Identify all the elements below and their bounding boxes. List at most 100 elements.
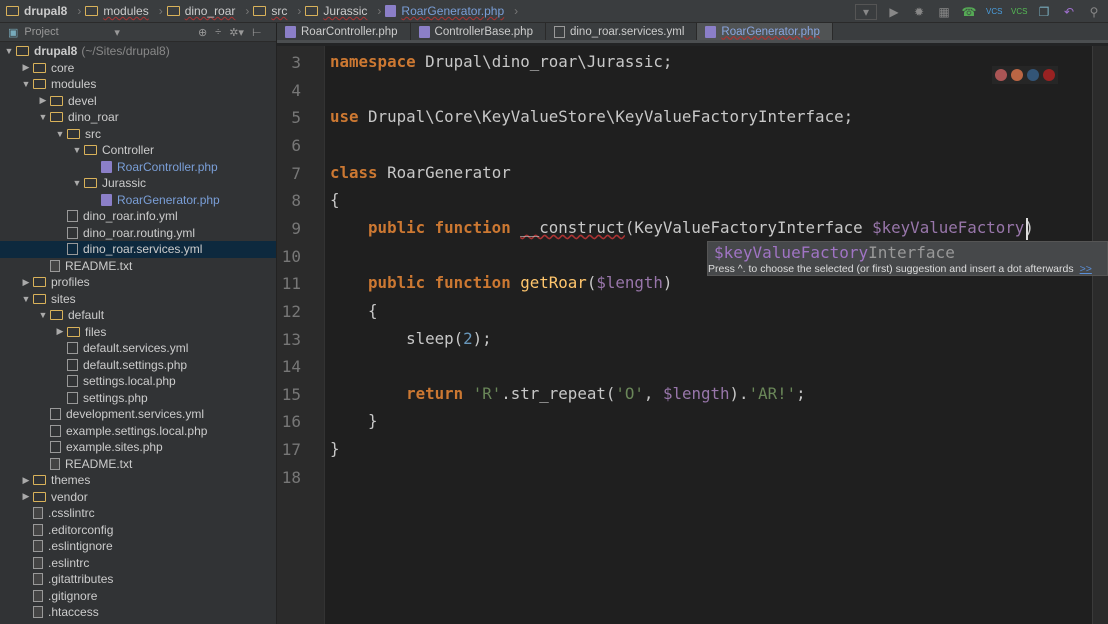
tree-item[interactable]: ▼ drupal8 (~/Sites/drupal8)	[0, 43, 276, 60]
tree-item[interactable]: ▶ files	[0, 324, 276, 341]
txt-icon	[33, 589, 43, 602]
tree-item[interactable]: ▶ themes	[0, 472, 276, 489]
expand-right-icon[interactable]: ▶	[53, 326, 67, 337]
tree-item[interactable]: ▼ Controller	[0, 142, 276, 159]
tree-item[interactable]: example.sites.php	[0, 439, 276, 456]
breadcrumb-item[interactable]: Jurassic	[305, 4, 367, 18]
editor-scrollbar[interactable]	[1092, 46, 1108, 624]
breadcrumb-item[interactable]: RoarGenerator.php	[385, 4, 504, 18]
tree-item[interactable]: dino_roar.info.yml	[0, 208, 276, 225]
folder-icon	[33, 62, 46, 73]
code-line: return 'R'.str_repeat('O', $length).'AR!…	[406, 383, 806, 403]
vcs-update-icon[interactable]: VCS	[986, 7, 1002, 16]
line-number: 10	[281, 246, 301, 266]
tree-item[interactable]: ▼ modules	[0, 76, 276, 93]
tree-item[interactable]: ▼ sites	[0, 291, 276, 308]
opera-icon[interactable]	[1043, 69, 1055, 81]
code-line: use Drupal\Core\KeyValueStore\KeyValueFa…	[330, 107, 854, 127]
expand-down-icon[interactable]: ▼	[36, 112, 50, 122]
folder-icon	[84, 145, 97, 156]
tree-item[interactable]: dino_roar.routing.yml	[0, 225, 276, 242]
breadcrumb-item[interactable]: src	[253, 4, 287, 18]
expand-down-icon[interactable]: ▼	[70, 145, 84, 155]
folder-icon	[50, 310, 63, 321]
line-number: 9	[291, 218, 301, 238]
expand-down-icon[interactable]: ▼	[2, 46, 16, 56]
code-editor[interactable]: namespace Drupal\dino_roar\Jurassic; use …	[325, 46, 1092, 624]
tree-item[interactable]: .gitattributes	[0, 571, 276, 588]
tree-item[interactable]: ▶ vendor	[0, 489, 276, 506]
tab-controllerbase-php[interactable]: ControllerBase.php	[411, 23, 546, 40]
line-number: 13	[281, 329, 301, 349]
tree-item[interactable]: settings.local.php	[0, 373, 276, 390]
completion-more-link[interactable]: >>	[1080, 263, 1092, 275]
line-number: 12	[281, 301, 301, 321]
tree-item[interactable]: .eslintrc	[0, 555, 276, 572]
gear-icon[interactable]: ✲▾	[229, 26, 244, 39]
tree-item[interactable]: ▼ default	[0, 307, 276, 324]
expand-down-icon[interactable]: ▼	[36, 310, 50, 320]
tree-item[interactable]: ▼ dino_roar	[0, 109, 276, 126]
expand-down-icon[interactable]: ▼	[53, 129, 67, 139]
coverage-icon[interactable]: ▦	[936, 5, 952, 19]
tree-item[interactable]: .editorconfig	[0, 522, 276, 539]
expand-right-icon[interactable]: ▶	[19, 475, 33, 486]
breadcrumb-item[interactable]: modules	[85, 4, 149, 18]
tree-item[interactable]: development.services.yml	[0, 406, 276, 423]
vcs-commit-icon[interactable]: VCS	[1011, 7, 1027, 16]
tree-item[interactable]: .htaccess	[0, 604, 276, 621]
tab-dino-roar-services-yml[interactable]: dino_roar.services.yml	[546, 23, 698, 40]
tree-item[interactable]: .gitignore	[0, 588, 276, 605]
line-number: 5	[291, 108, 301, 128]
tree-item[interactable]: ▶ profiles	[0, 274, 276, 291]
expand-right-icon[interactable]: ▶	[19, 62, 33, 73]
firefox-icon[interactable]	[1011, 69, 1023, 81]
tree-item[interactable]: .eslintignore	[0, 538, 276, 555]
breadcrumb-item[interactable]: dino_roar	[166, 4, 235, 18]
history-icon[interactable]: ❐	[1036, 5, 1052, 19]
revert-icon[interactable]: ↶	[1061, 5, 1077, 19]
search-icon[interactable]: ⚲	[1086, 5, 1102, 19]
completion-item[interactable]: $keyValueFactoryInterface	[714, 243, 955, 262]
tree-item[interactable]: default.services.yml	[0, 340, 276, 357]
expand-down-icon[interactable]: ▼	[19, 79, 33, 89]
tree-item[interactable]: README.txt	[0, 258, 276, 275]
completion-popup[interactable]: $keyValueFactoryInterface Press ^. to ch…	[707, 241, 1108, 276]
tree-item[interactable]: RoarController.php	[0, 159, 276, 176]
safari-icon[interactable]	[1027, 69, 1039, 81]
yml-icon	[67, 210, 78, 223]
hide-icon[interactable]: ⊢	[252, 26, 262, 39]
editor-tabs: RoarController.php ControllerBase.php dino…	[277, 23, 1108, 43]
breadcrumb-separator: ›	[514, 4, 519, 18]
tree-item[interactable]: example.settings.local.php	[0, 423, 276, 440]
project-view-selector[interactable]: Project	[24, 26, 114, 38]
expand-right-icon[interactable]: ▶	[19, 491, 33, 502]
chevron-down-icon[interactable]: ▾	[114, 26, 120, 39]
tree-item[interactable]: ▼ src	[0, 126, 276, 143]
php-debug-listen-icon[interactable]: ☎	[961, 5, 977, 19]
run-config-dropdown-icon[interactable]: ▾	[855, 3, 877, 20]
tree-item[interactable]: dino_roar.services.yml	[0, 241, 276, 258]
breadcrumb-item[interactable]: drupal8	[6, 4, 67, 18]
tree-item[interactable]: README.txt	[0, 456, 276, 473]
tree-item[interactable]: RoarGenerator.php	[0, 192, 276, 209]
breadcrumb-separator: ›	[245, 4, 250, 18]
collapse-icon[interactable]: ÷	[215, 26, 221, 38]
tree-item[interactable]: ▶ core	[0, 60, 276, 77]
expand-right-icon[interactable]: ▶	[36, 95, 50, 106]
tree-item[interactable]: default.settings.php	[0, 357, 276, 374]
yml-icon	[50, 408, 61, 421]
tab-roargenerator-php[interactable]: RoarGenerator.php	[697, 23, 833, 40]
tree-item[interactable]: settings.php	[0, 390, 276, 407]
expand-down-icon[interactable]: ▼	[19, 294, 33, 304]
expand-down-icon[interactable]: ▼	[70, 178, 84, 188]
tree-item[interactable]: ▼ Jurassic	[0, 175, 276, 192]
expand-right-icon[interactable]: ▶	[19, 277, 33, 288]
tab-roarcontroller-php[interactable]: RoarController.php	[277, 23, 411, 40]
chrome-icon[interactable]	[995, 69, 1007, 81]
debug-icon[interactable]: ✹	[911, 5, 927, 19]
locate-icon[interactable]: ⊕	[198, 26, 207, 39]
tree-item[interactable]: ▶ devel	[0, 93, 276, 110]
run-icon[interactable]: ▶	[886, 5, 902, 19]
tree-item[interactable]: .csslintrc	[0, 505, 276, 522]
